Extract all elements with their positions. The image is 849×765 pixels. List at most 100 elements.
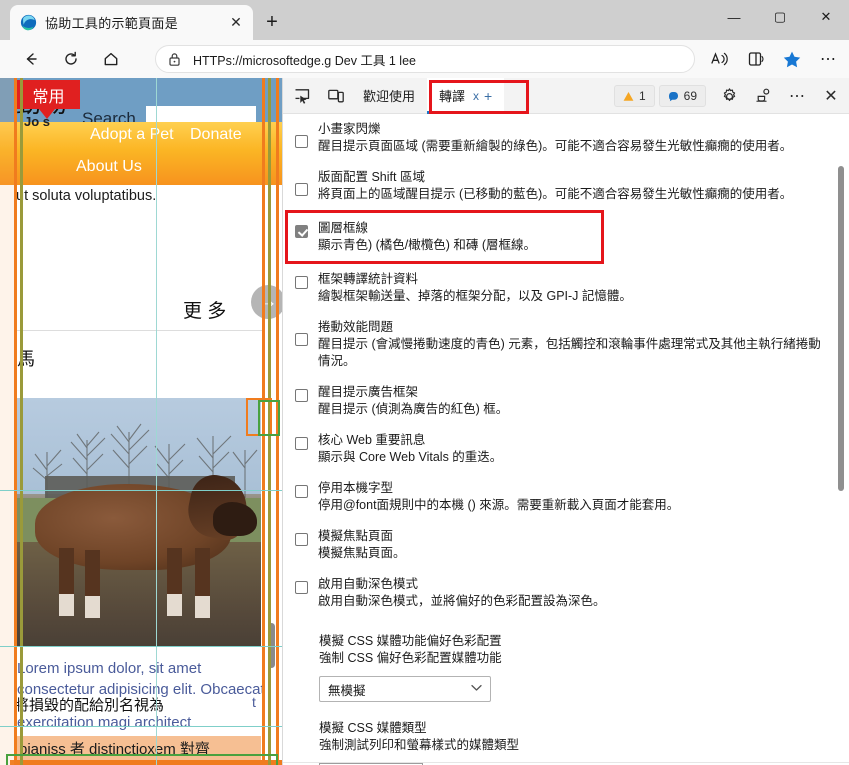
- page-more-link[interactable]: 更 多: [183, 296, 226, 323]
- lock-icon: [168, 52, 181, 67]
- option-checkbox[interactable]: [295, 485, 308, 498]
- address-bar-url: HTTPs://microsoftedge.g Dev 工具 1 lee: [193, 53, 416, 68]
- inspect-element-icon[interactable]: [287, 82, 317, 110]
- tab-welcome[interactable]: 歡迎使用: [351, 78, 427, 114]
- option-description: 啟用自動深色模式，並將偏好的色彩配置設為深色。: [318, 594, 606, 608]
- maximize-button[interactable]: ▢: [757, 0, 803, 34]
- option-row[interactable]: 核心 Web 重要訊息 顯示與 Core Web Vitals 的重迭。: [283, 425, 849, 473]
- device-emulation-icon[interactable]: [321, 82, 351, 110]
- tab-welcome-label: 歡迎使用: [363, 89, 416, 104]
- window-controls: — ▢ ✕: [711, 0, 849, 34]
- photo-horse-sock: [167, 594, 182, 616]
- option-description: 停用@font面規則中的本機 () 來源。需要重新載入頁面才能套用。: [318, 498, 680, 512]
- devtools-scrollbar[interactable]: [837, 114, 847, 759]
- rendering-options-list: 小畫家閃爍 醒目提示頁面區域 (需要重新繪製的綠色)。可能不適合容易發生光敏性癲…: [283, 114, 849, 765]
- reload-button[interactable]: [54, 44, 88, 74]
- page-nav-item-about[interactable]: About Us: [76, 158, 142, 176]
- tab-rendering-label: 轉譯: [439, 89, 466, 104]
- option-title: 框架轉譯統計資料: [318, 272, 419, 286]
- devtools-toolbar: 歡迎使用 轉譯 x + 1 69 ⋯ ✕: [283, 77, 849, 114]
- option-checkbox[interactable]: [295, 581, 308, 594]
- option-description: 顯示與 Core Web Vitals 的重迭。: [318, 450, 503, 464]
- section-subtitle: 強制測試列印和螢幕樣式的媒體類型: [319, 738, 520, 752]
- option-text: 模擬焦點頁面 模擬焦點頁面。: [318, 528, 824, 562]
- page-nav-item-jobs[interactable]: Jo s: [24, 114, 50, 129]
- page-viewport[interactable]: 動物 Search 常用 Adopt a Pet Donate Jo s Abo…: [0, 78, 282, 765]
- home-button[interactable]: [94, 44, 128, 74]
- message-bubble-icon: [668, 91, 679, 102]
- page-lead-text: ut soluta voluptatibus.: [16, 188, 157, 204]
- page-nav-active-item[interactable]: 常用: [17, 80, 80, 109]
- option-description: 繪製框架輸送量、掉落的框架分配，以及 GPI-J 記憶體。: [318, 289, 632, 303]
- option-description: 醒目提示 (偵測為廣告的紅色) 框。: [318, 402, 509, 416]
- page-scrollbar-thumb[interactable]: [268, 623, 275, 668]
- option-checkbox[interactable]: [295, 333, 308, 346]
- option-row-layer-borders[interactable]: 圖層框線 顯示青色) (橘色/橄欖色) 和磚 (層框線。: [283, 210, 849, 264]
- option-row[interactable]: 框架轉譯統計資料 繪製框架輸送量、掉落的框架分配，以及 GPI-J 記憶體。: [283, 264, 849, 312]
- tab-rendering[interactable]: 轉譯 x +: [427, 77, 505, 114]
- new-tab-button[interactable]: +: [258, 9, 286, 35]
- customize-icon[interactable]: [748, 82, 778, 110]
- favorites-icon[interactable]: [775, 44, 809, 74]
- option-checkbox[interactable]: [295, 389, 308, 402]
- option-title: 捲動效能問題: [318, 320, 394, 334]
- photo-horse-sock: [195, 596, 210, 618]
- option-row[interactable]: 小畫家閃爍 醒目提示頁面區域 (需要重新繪製的綠色)。可能不適合容易發生光敏性癲…: [283, 114, 849, 162]
- section-title: 模擬 CSS 媒體功能偏好色彩配置: [319, 634, 502, 648]
- option-checkbox[interactable]: [295, 437, 308, 450]
- close-window-button[interactable]: ✕: [803, 0, 849, 34]
- split-screen-icon[interactable]: [739, 44, 773, 74]
- option-row[interactable]: 模擬焦點頁面 模擬焦點頁面。: [283, 521, 849, 569]
- devtools-close-icon[interactable]: ✕: [816, 82, 846, 110]
- tab-close-icon[interactable]: ✕: [225, 12, 247, 34]
- address-bar[interactable]: HTTPs://microsoftedge.g Dev 工具 1 lee: [155, 45, 695, 73]
- message-badge[interactable]: 69: [658, 85, 706, 107]
- tab-add-icon[interactable]: +: [484, 88, 492, 104]
- page-overlap-t: t: [252, 694, 256, 710]
- option-text: 框架轉譯統計資料 繪製框架輸送量、掉落的框架分配，以及 GPI-J 記憶體。: [318, 271, 824, 305]
- page-search-box[interactable]: [146, 106, 256, 122]
- tab-strip: 協助工具的示範頁面是 ✕ + — ▢ ✕: [0, 0, 849, 40]
- page-section-heading: 馬: [17, 349, 35, 369]
- option-row[interactable]: 啟用自動深色模式 啟用自動深色模式，並將偏好的色彩配置設為深色。: [283, 569, 849, 617]
- option-title: 圖層框線: [318, 221, 369, 235]
- minimize-button[interactable]: —: [711, 0, 757, 34]
- gear-icon[interactable]: [714, 82, 744, 110]
- back-button[interactable]: [14, 44, 48, 74]
- option-checkbox[interactable]: [295, 135, 308, 148]
- devtools-more-icon[interactable]: ⋯: [782, 82, 812, 110]
- layer-border-cyan-line: [0, 646, 282, 647]
- section-emulate-color-scheme: 模擬 CSS 媒體功能偏好色彩配置 強制 CSS 偏好色彩配置媒體功能 無模擬: [283, 617, 849, 706]
- page-nav-item-donate[interactable]: Donate: [190, 126, 242, 144]
- browser-tab[interactable]: 協助工具的示範頁面是 ✕: [10, 5, 253, 40]
- page-nav-item-adopt[interactable]: Adopt a Pet: [90, 126, 174, 144]
- warning-badge[interactable]: 1: [613, 85, 655, 107]
- tab-title: 協助工具的示範頁面是: [45, 16, 179, 31]
- option-row[interactable]: 捲動效能問題 醒目提示 (會減慢捲動速度的青色) 元素，包括觸控和滾輪事件處理常…: [283, 312, 849, 377]
- option-title: 版面配置 Shift 區域: [318, 170, 425, 184]
- section-emulate-media-type: 模擬 CSS 媒體類型 強制測試列印和螢幕樣式的媒體類型 無模擬: [283, 706, 849, 765]
- option-row[interactable]: 醒目提示廣告框架 醒目提示 (偵測為廣告的紅色) 框。: [283, 377, 849, 425]
- section-subtitle: 強制 CSS 偏好色彩配置媒體功能: [319, 651, 502, 665]
- option-text: 小畫家閃爍 醒目提示頁面區域 (需要重新繪製的綠色)。可能不適合容易發生光敏性癲…: [318, 121, 824, 155]
- warning-count: 1: [638, 89, 646, 103]
- option-checkbox[interactable]: [295, 183, 308, 196]
- option-description: 醒目提示頁面區域 (需要重新繪製的綠色)。可能不適合容易發生光敏性癲癇的使用者。: [318, 139, 793, 153]
- color-scheme-select-value: 無模擬: [328, 683, 366, 698]
- option-row[interactable]: 停用本機字型 停用@font面規則中的本機 () 來源。需要重新載入頁面才能套用…: [283, 473, 849, 521]
- option-checkbox[interactable]: [295, 276, 308, 289]
- edge-logo-icon: [20, 14, 37, 31]
- option-checkbox[interactable]: [295, 533, 308, 546]
- browser-more-icon[interactable]: ⋯: [811, 44, 845, 74]
- read-aloud-icon[interactable]: [703, 44, 737, 74]
- color-scheme-select[interactable]: 無模擬: [319, 676, 491, 702]
- carousel-next-icon[interactable]: →: [251, 285, 282, 319]
- option-text: 停用本機字型 停用@font面規則中的本機 () 來源。需要重新載入頁面才能套用…: [318, 480, 824, 514]
- tab-close-icon[interactable]: x: [473, 89, 479, 103]
- page-band-text: pianiss 者 distinctioxem 對齊: [19, 741, 210, 758]
- option-text: 捲動效能問題 醒目提示 (會減慢捲動速度的青色) 元素，包括觸控和滾輪事件處理常…: [318, 319, 824, 370]
- option-checkbox[interactable]: [295, 225, 308, 238]
- option-row[interactable]: 版面配置 Shift 區域 將頁面上的區域醒目提示 (已移動的藍色)。可能不適合…: [283, 162, 849, 210]
- message-count: 69: [683, 89, 697, 103]
- devtools-scrollbar-thumb[interactable]: [838, 166, 844, 491]
